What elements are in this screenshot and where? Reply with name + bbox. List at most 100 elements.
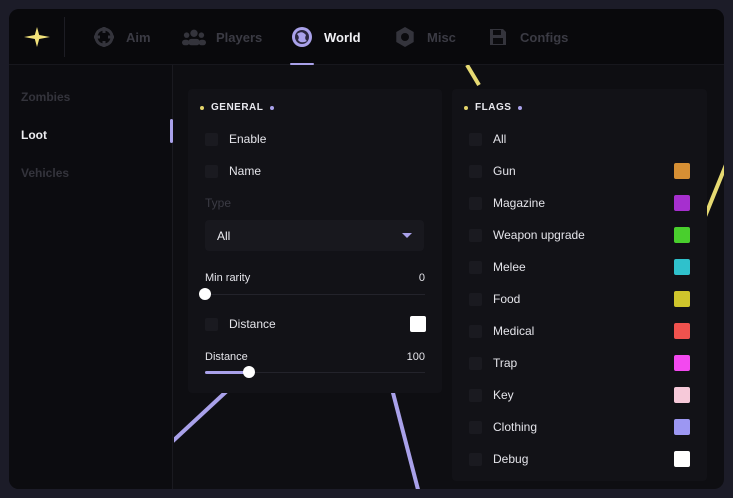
sidebar-active-indicator: [170, 119, 173, 143]
flag-checkbox[interactable]: [469, 452, 482, 466]
chevron-down-icon: [402, 233, 412, 238]
flag-color-swatch[interactable]: [674, 227, 690, 243]
flag-item[interactable]: Melee: [469, 257, 526, 277]
enable-checkbox[interactable]: [205, 132, 218, 146]
tab-world[interactable]: World: [290, 9, 361, 65]
tab-misc[interactable]: Misc: [393, 9, 456, 65]
flag-label: Key: [493, 388, 514, 402]
flag-color-swatch[interactable]: [674, 419, 690, 435]
flag-checkbox[interactable]: [469, 324, 482, 338]
general-title-text: GENERAL: [211, 102, 264, 113]
distance-toggle-label: Distance: [229, 317, 276, 331]
sidebar-item-vehicles[interactable]: Vehicles: [21, 166, 69, 186]
flag-label: Trap: [493, 356, 518, 370]
flag-item[interactable]: Medical: [469, 321, 534, 341]
flag-color-swatch[interactable]: [674, 259, 690, 275]
tab-aim-label: Aim: [126, 29, 151, 45]
name-checkbox[interactable]: [205, 164, 218, 178]
tab-aim[interactable]: Aim: [92, 9, 151, 65]
players-icon: [182, 25, 206, 49]
flag-checkbox[interactable]: [469, 164, 482, 178]
flag-label: Clothing: [493, 420, 538, 434]
enable-label: Enable: [229, 132, 267, 146]
distance-thumb[interactable]: [243, 366, 255, 378]
flag-checkbox[interactable]: [469, 356, 482, 370]
flag-item[interactable]: Gun: [469, 161, 516, 181]
flag-checkbox[interactable]: [469, 196, 482, 210]
distance-toggle[interactable]: Distance: [205, 314, 276, 334]
distance-color-swatch[interactable]: [410, 316, 426, 332]
flag-label: Gun: [493, 164, 516, 178]
flag-color-swatch[interactable]: [674, 163, 690, 179]
flag-checkbox[interactable]: [469, 388, 482, 402]
min-rarity-label: Min rarity: [205, 272, 251, 284]
flag-label: Debug: [493, 452, 529, 466]
flag-label: Food: [493, 292, 521, 306]
type-select-value: All: [217, 228, 231, 243]
title-dot-right: [270, 105, 275, 110]
flag-color-swatch[interactable]: [674, 387, 690, 403]
general-panel: GENERAL Enable Name Type All Min rarity …: [188, 89, 442, 393]
enable-toggle[interactable]: Enable: [205, 129, 266, 149]
flags-panel-title: FLAGS: [464, 102, 523, 113]
name-toggle[interactable]: Name: [205, 161, 261, 181]
distance-checkbox[interactable]: [205, 317, 218, 331]
flag-checkbox[interactable]: [469, 260, 482, 274]
title-dot-right: [518, 105, 523, 110]
logo: [9, 9, 64, 65]
top-navigation: Aim Players World Misc Configs: [9, 9, 724, 65]
flag-color-swatch[interactable]: [674, 451, 690, 467]
flags-title-text: FLAGS: [475, 102, 512, 113]
flag-checkbox[interactable]: [469, 292, 482, 306]
save-icon: [486, 25, 510, 49]
general-panel-title: GENERAL: [200, 102, 275, 113]
min-rarity-slider[interactable]: [199, 288, 425, 300]
flag-item[interactable]: Trap: [469, 353, 517, 373]
flag-label: Melee: [493, 260, 526, 274]
tab-misc-label: Misc: [427, 29, 456, 45]
flag-item[interactable]: All: [469, 129, 506, 149]
flag-checkbox[interactable]: [469, 420, 482, 434]
min-rarity-thumb[interactable]: [199, 288, 211, 300]
distance-slider-value: 100: [406, 351, 425, 363]
flag-label: Weapon upgrade: [493, 228, 585, 242]
flags-panel: FLAGS All Gun Magazine Weapon upgrade Melee F…: [452, 89, 707, 481]
flag-color-swatch[interactable]: [674, 355, 690, 371]
flag-label: Magazine: [493, 196, 546, 210]
flag-checkbox[interactable]: [469, 228, 482, 242]
distance-slider[interactable]: [205, 366, 425, 378]
flag-item[interactable]: Food: [469, 289, 520, 309]
globe-icon: [290, 25, 314, 49]
name-label: Name: [229, 164, 262, 178]
gear-icon: [393, 25, 417, 49]
flag-color-swatch[interactable]: [674, 291, 690, 307]
tab-configs[interactable]: Configs: [486, 9, 568, 65]
flag-checkbox[interactable]: [469, 132, 482, 146]
content-area: GENERAL Enable Name Type All Min rarity …: [174, 65, 724, 489]
flag-color-swatch[interactable]: [674, 323, 690, 339]
app-window: Aim Players World Misc Configs Zombies L…: [9, 9, 724, 489]
sidebar-item-loot[interactable]: Loot: [21, 128, 47, 148]
flag-item[interactable]: Weapon upgrade: [469, 225, 585, 245]
flag-item[interactable]: Debug: [469, 449, 528, 469]
tab-configs-label: Configs: [520, 29, 569, 45]
tab-players-label: Players: [216, 29, 263, 45]
star-logo-icon: [23, 27, 50, 47]
min-rarity-value: 0: [418, 272, 425, 284]
tab-world-label: World: [324, 29, 361, 45]
sidebar-item-zombies[interactable]: Zombies: [21, 90, 70, 110]
title-dot-left: [464, 105, 468, 110]
distance-slider-label: Distance: [205, 351, 248, 363]
logo-divider: [64, 17, 65, 57]
title-dot-left: [200, 105, 204, 110]
type-label: Type: [205, 196, 232, 210]
flag-color-swatch[interactable]: [674, 195, 690, 211]
tab-players[interactable]: Players: [182, 9, 262, 65]
type-select[interactable]: All: [205, 220, 424, 251]
flag-label: All: [493, 132, 507, 146]
flag-item[interactable]: Key: [469, 385, 514, 405]
flag-item[interactable]: Magazine: [469, 193, 545, 213]
flag-label: Medical: [493, 324, 535, 338]
sidebar: Zombies Loot Vehicles: [9, 65, 173, 489]
flag-item[interactable]: Clothing: [469, 417, 537, 437]
